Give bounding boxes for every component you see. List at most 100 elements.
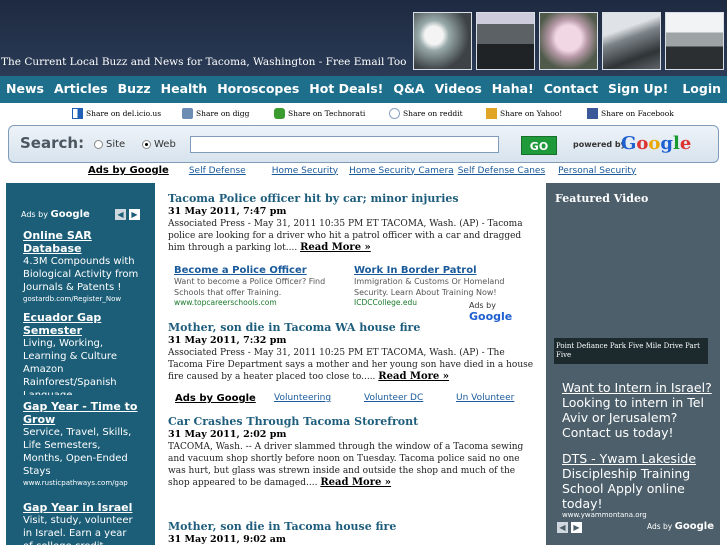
radio-web[interactable]: Web [142, 139, 176, 150]
left-ad-title[interactable]: Gap Year - Time to Grow [23, 400, 139, 426]
share-label: Share on del.icio.us [86, 109, 162, 118]
search-input[interactable] [190, 136, 499, 153]
nav-qa[interactable]: Q&A [393, 81, 424, 96]
article-body: Associated Press - May 31, 2011 10:25 PM… [168, 348, 534, 382]
inline-ad-title[interactable]: Work In Border Patrol [354, 265, 524, 276]
site-header: The Current Local Buzz and News for Taco… [0, 0, 727, 76]
article-date: 31 May 2011, 7:32 pm [168, 335, 287, 346]
article-title[interactable]: Car Crashes Through Tacoma Storefront [168, 415, 535, 428]
link-un-volunteer[interactable]: Un Volunteer [456, 393, 514, 403]
inline-ads-by-google[interactable]: Ads by Google [469, 301, 536, 323]
article: Tacoma Police officer hit by car; minor … [168, 192, 535, 254]
left-ad-column: Ads by Google ◀ ▶ Online SAR Database 4.… [6, 183, 155, 545]
right-ad-url[interactable]: www.ywammontana.org [562, 511, 712, 519]
nav-sign-up[interactable]: Sign Up! [608, 81, 668, 96]
prev-arrow-icon[interactable]: ◀ [557, 522, 568, 533]
right-ad-title[interactable]: Want to Intern in Israel? [562, 380, 712, 395]
link-home-security[interactable]: Home Security [272, 166, 338, 176]
read-more-link[interactable]: Read More » [320, 477, 391, 488]
yahoo-icon [486, 108, 497, 119]
left-ad: Gap Year - Time to Grow Service, Travel,… [23, 400, 139, 488]
share-technorati[interactable]: Share on Technorati [274, 108, 365, 119]
nav-health[interactable]: Health [161, 81, 208, 96]
main-nav: News Articles Buzz Health Horoscopes Hot… [0, 76, 727, 103]
right-ads-by-google[interactable]: Ads by Google [647, 521, 714, 532]
radio-site-label: Site [106, 139, 126, 150]
nav-news[interactable]: News [6, 81, 44, 96]
link-volunteer-dc[interactable]: Volunteer DC [364, 393, 423, 403]
left-ad-title[interactable]: Online SAR Database [23, 229, 139, 255]
left-ad-url[interactable]: gostardb.com/Register_Now [23, 294, 139, 304]
radio-site-button[interactable] [94, 140, 103, 149]
share-yahoo[interactable]: Share on Yahoo! [486, 108, 562, 119]
share-label: Share on Yahoo! [500, 109, 563, 118]
inline-ad-desc: Immigration & Customs Or Homeland Securi… [354, 277, 505, 297]
left-ad: Ecuador Gap Semester Living, Working, Le… [23, 311, 139, 395]
article-title[interactable]: Mother, son die in Tacoma house fire [168, 520, 535, 533]
left-ad-desc: Visit, study, volunteer in Israel. Earn … [23, 515, 133, 545]
facebook-icon [587, 108, 598, 119]
search-box: Search: Site Web GO powered by Google [8, 125, 719, 163]
right-ad: Want to Intern in Israel? Looking to int… [562, 380, 712, 454]
article-date: 31 May 2011, 9:02 am [168, 534, 286, 545]
left-ad: Gap Year in Israel Visit, study, volunte… [23, 501, 139, 545]
link-personal-security[interactable]: Personal Security [558, 166, 636, 176]
article: Mother, son die in Tacoma house fire 31 … [168, 520, 535, 545]
inline-ad-url[interactable]: www.topcareerschools.com [174, 298, 344, 307]
left-ad-desc: 4.3M Compounds with Biological Activity … [23, 256, 139, 293]
article-body: Associated Press - May 31, 2011 10:35 PM… [168, 219, 523, 253]
link-volunteering[interactable]: Volunteering [274, 393, 331, 403]
article: Mother, son die in Tacoma WA house fire … [168, 321, 535, 383]
right-ad-desc: Looking to intern in Tel Aviv or Jerusal… [562, 395, 704, 440]
nav-hot-deals[interactable]: Hot Deals! [309, 81, 383, 96]
ads-by-google-link[interactable]: Ads by Google [88, 165, 169, 176]
nav-horoscopes[interactable]: Horoscopes [217, 81, 299, 96]
nav-haha[interactable]: Haha! [492, 81, 534, 96]
radio-site[interactable]: Site [94, 139, 125, 150]
left-ads-by-google[interactable]: Ads by Google [21, 209, 90, 220]
nav-contact[interactable]: Contact [544, 81, 598, 96]
left-ad-url[interactable]: www.rusticpathways.com/gap [23, 478, 139, 488]
nav-login[interactable]: Login [682, 81, 721, 96]
link-self-defense-canes[interactable]: Self Defense Canes [458, 166, 545, 176]
article-title[interactable]: Tacoma Police officer hit by car; minor … [168, 192, 535, 205]
article-body: TACOMA, Wash. -- A driver slammed throug… [168, 442, 524, 488]
video-caption[interactable]: Point Defiance Park Five Mile Drive Part… [556, 342, 706, 360]
share-reddit[interactable]: Share on reddit [389, 108, 463, 119]
header-photo [476, 12, 535, 70]
link-home-security-camera[interactable]: Home Security Camera [349, 166, 454, 176]
article-date: 31 May 2011, 7:47 pm [168, 206, 287, 217]
share-facebook[interactable]: Share on Facebook [587, 108, 674, 119]
technorati-icon [274, 108, 285, 119]
left-ad-title[interactable]: Ecuador Gap Semester [23, 311, 139, 337]
featured-video-title: Featured Video [555, 192, 649, 205]
prev-arrow-icon[interactable]: ◀ [115, 209, 126, 220]
header-photo [602, 12, 661, 70]
nav-buzz[interactable]: Buzz [118, 81, 151, 96]
left-ad-desc: Living, Working, Learning & Culture Amaz… [23, 338, 117, 395]
search-label: Search: [20, 134, 85, 152]
powered-by-label: powered by [573, 140, 626, 149]
next-arrow-icon[interactable]: ▶ [129, 209, 140, 220]
left-ad-title[interactable]: Gap Year in Israel [23, 501, 139, 514]
inline-ad-title[interactable]: Become a Police Officer [174, 265, 344, 276]
share-label: Share on digg [196, 109, 250, 118]
right-ad-title[interactable]: DTS - Ywam Lakeside [562, 451, 712, 466]
link-self-defense[interactable]: Self Defense [189, 166, 246, 176]
read-more-link[interactable]: Read More » [300, 242, 371, 253]
share-delicious[interactable]: Share on del.icio.us [72, 108, 161, 119]
inline-ad: Become a Police Officer Want to become a… [174, 265, 344, 307]
article-date: 31 May 2011, 2:02 pm [168, 429, 287, 440]
read-more-link[interactable]: Read More » [378, 371, 449, 382]
digg-icon [182, 108, 193, 119]
go-button[interactable]: GO [521, 136, 557, 155]
radio-web-button[interactable] [142, 140, 151, 149]
reddit-icon [389, 108, 400, 119]
radio-web-label: Web [154, 139, 176, 150]
nav-videos[interactable]: Videos [435, 81, 482, 96]
ads-by-google-link[interactable]: Ads by Google [175, 393, 256, 404]
featured-video-player[interactable]: Point Defiance Park Five Mile Drive Part… [554, 338, 708, 364]
next-arrow-icon[interactable]: ▶ [571, 522, 582, 533]
nav-articles[interactable]: Articles [54, 81, 108, 96]
share-digg[interactable]: Share on digg [182, 108, 249, 119]
